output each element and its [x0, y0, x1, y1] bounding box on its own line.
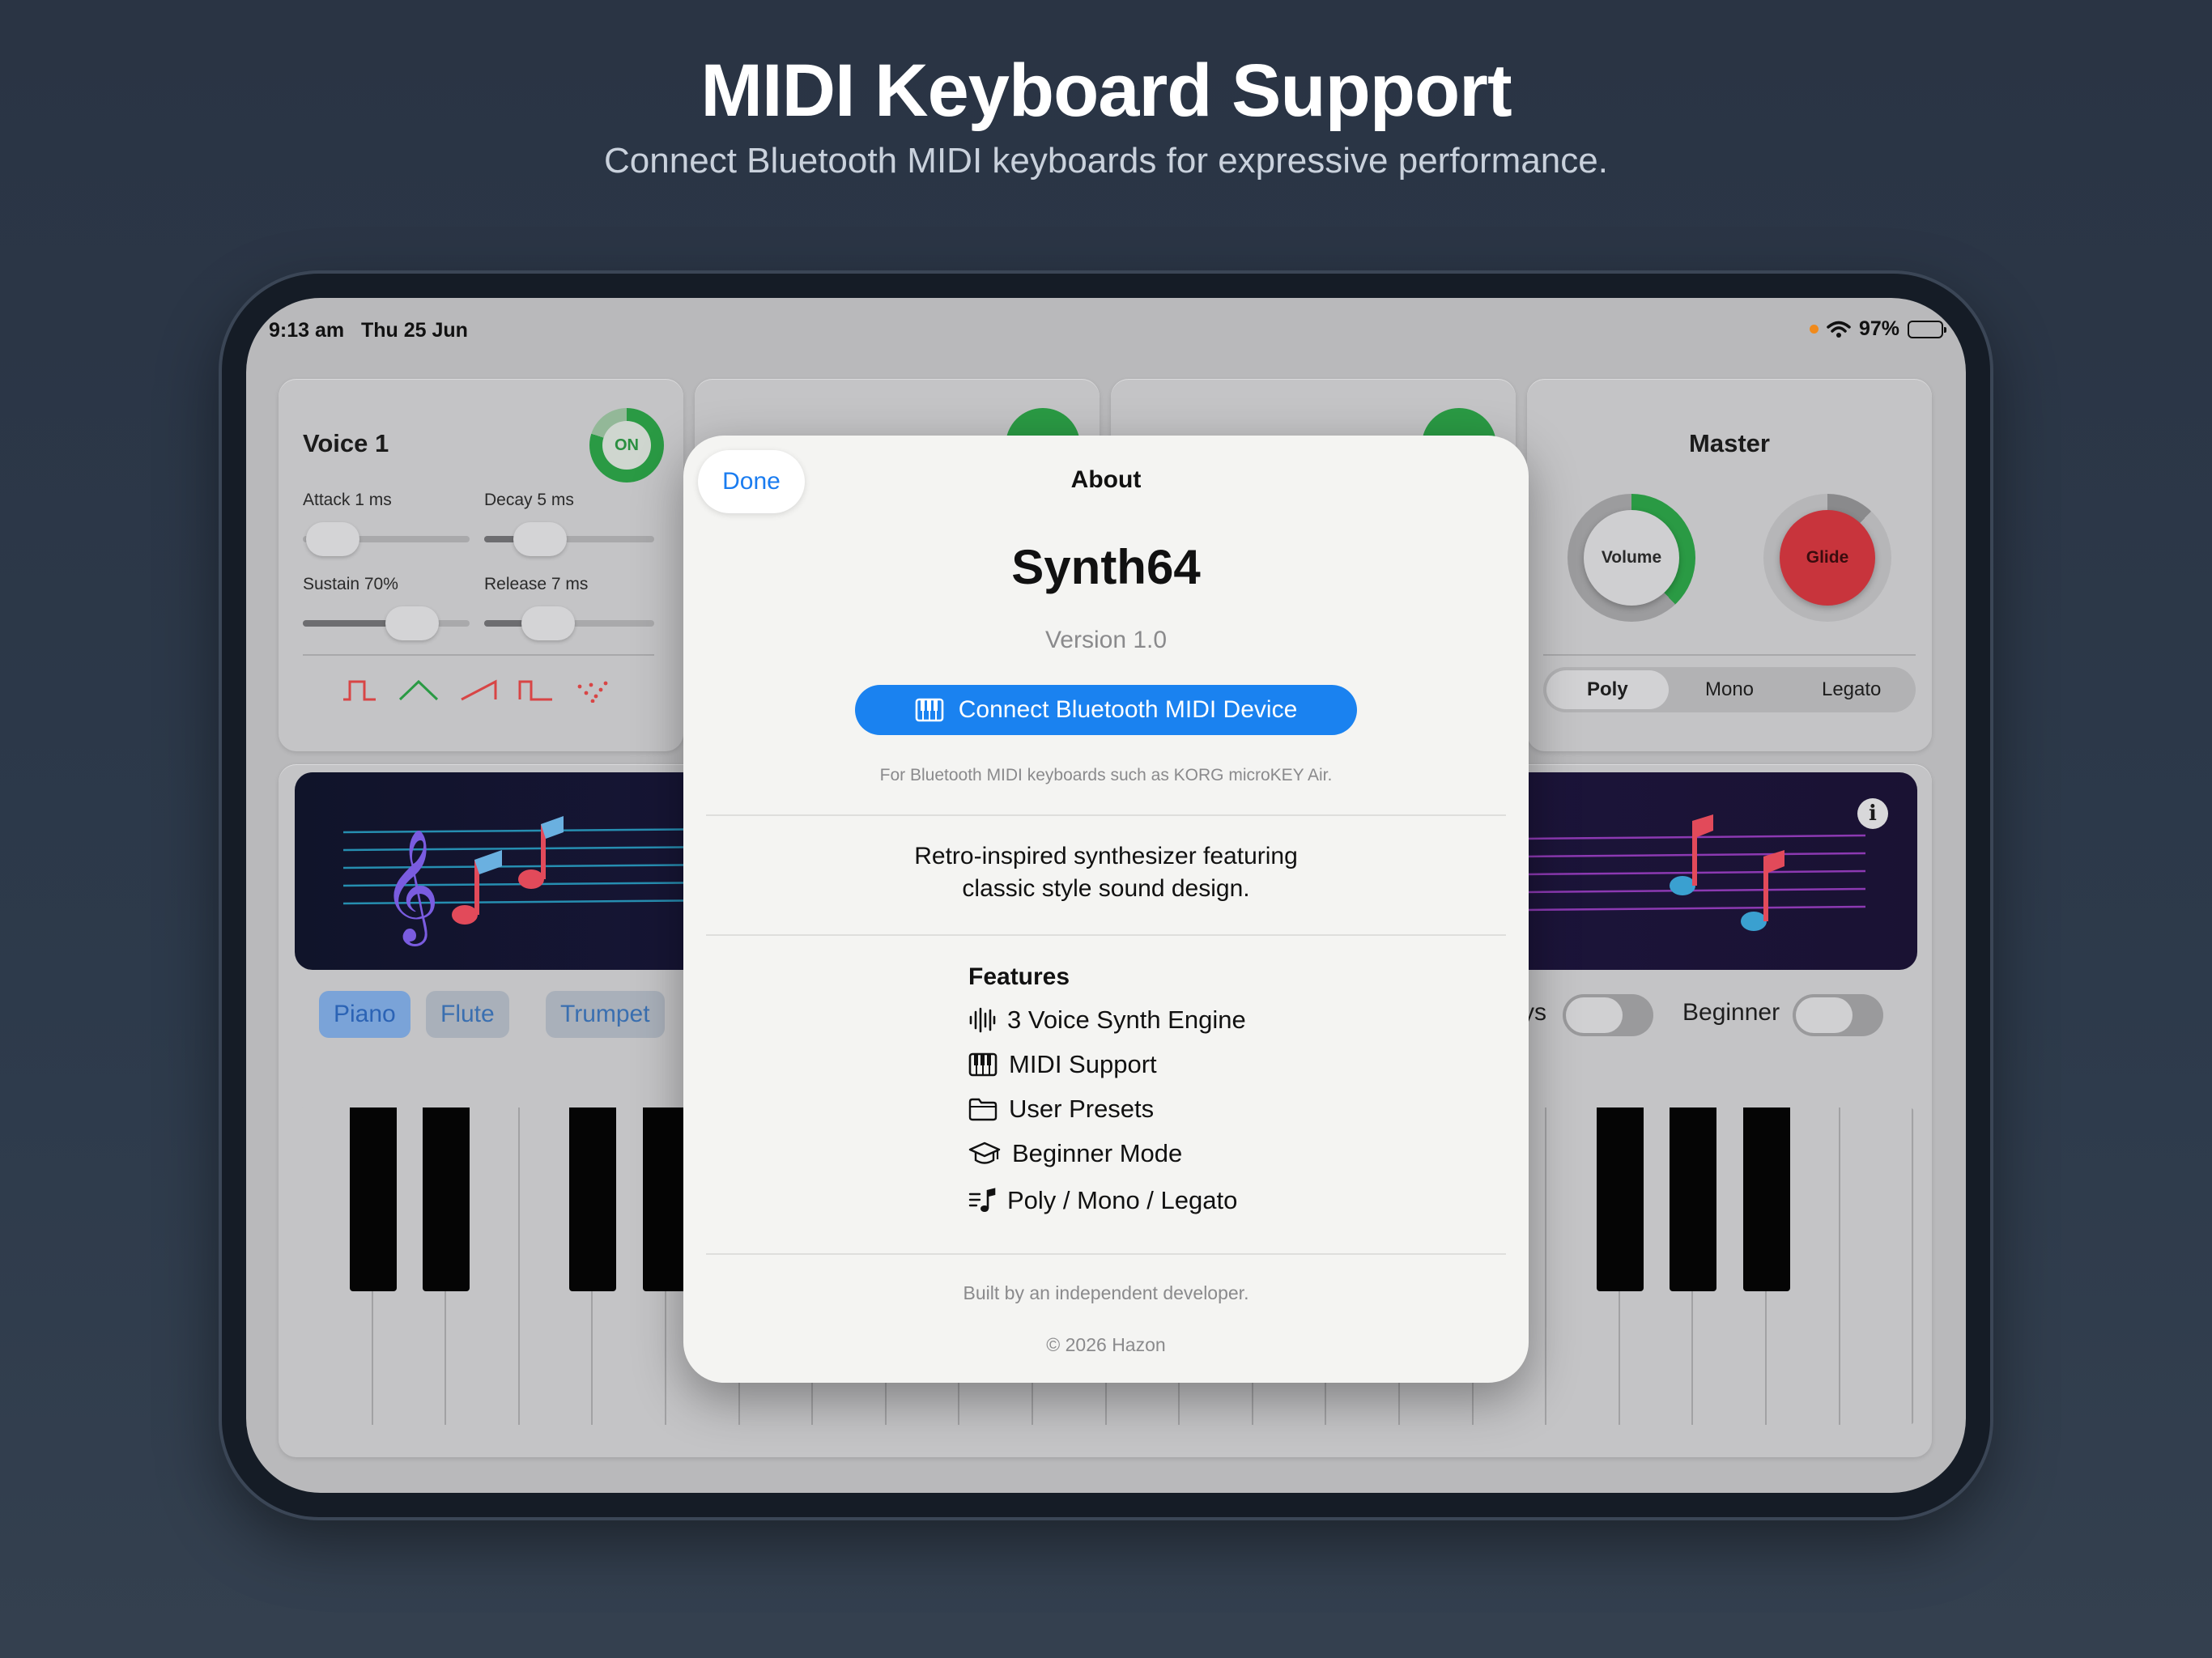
- release-slider-fill: [484, 620, 525, 627]
- piano-keys-icon: [915, 698, 944, 722]
- decay-label: Decay 5 ms: [484, 491, 574, 509]
- feature-label: 3 Voice Synth Engine: [1007, 1005, 1246, 1034]
- beginner-toggle[interactable]: [1793, 994, 1883, 1036]
- instrument-flute[interactable]: Flute: [426, 991, 509, 1038]
- developer-credit: Built by an independent developer.: [963, 1282, 1249, 1303]
- feature-label: Beginner Mode: [1012, 1139, 1183, 1167]
- marketing-headline: MIDI Keyboard Support: [700, 49, 1512, 132]
- feature-item: User Presets: [968, 1095, 1154, 1124]
- description-line-1: Retro-inspired synthesizer featuring: [914, 843, 1298, 869]
- instrument-trumpet[interactable]: Trumpet: [546, 991, 665, 1038]
- feature-item: Beginner Mode: [968, 1139, 1182, 1168]
- waveform-selector: [342, 678, 610, 703]
- feature-label: Poly / Mono / Legato: [1007, 1186, 1238, 1214]
- info-icon: i: [1869, 801, 1877, 826]
- voice-on-label: ON: [602, 421, 651, 470]
- status-date: Thu 25 Jun: [360, 319, 468, 342]
- feature-label: MIDI Support: [1009, 1050, 1157, 1078]
- ipad-device-frame: 9:13 am Thu 25 Jun 97% Voice 1 ON Attack…: [222, 274, 1990, 1517]
- release-label: Release 7 ms: [484, 575, 589, 593]
- noise-wave-icon[interactable]: [575, 678, 610, 703]
- sawtooth-wave-icon[interactable]: [460, 678, 497, 703]
- connect-midi-label: Connect Bluetooth MIDI Device: [958, 696, 1298, 723]
- copyright: © 2026 Hazon: [1046, 1334, 1166, 1355]
- graduation-cap-icon: [968, 1141, 1001, 1164]
- voice-mode-segmented-control: Poly Mono Legato: [1543, 667, 1916, 712]
- about-title: About: [1070, 466, 1142, 493]
- divider-3: [706, 1253, 1506, 1255]
- voice-on-toggle[interactable]: ON: [589, 408, 664, 483]
- wifi-icon: [1827, 321, 1851, 338]
- waveform-icon: [969, 1007, 996, 1033]
- marketing-subheadline: Connect Bluetooth MIDI keyboards for exp…: [604, 141, 1608, 181]
- attack-label: Attack 1 ms: [303, 491, 392, 509]
- feature-item: Poly / Mono / Legato: [968, 1186, 1237, 1215]
- decay-slider[interactable]: [513, 522, 567, 556]
- master-panel: Master Volume Glide Poly Mono Legato: [1527, 379, 1932, 751]
- mode-poly[interactable]: Poly: [1546, 670, 1669, 709]
- mode-legato[interactable]: Legato: [1790, 670, 1912, 709]
- release-slider[interactable]: [521, 606, 575, 640]
- beginner-toggle-label: Beginner: [1682, 999, 1780, 1026]
- status-bar-time: 9:13 am Thu 25 Jun: [269, 319, 468, 342]
- volume-knob-ring: Volume: [1568, 494, 1695, 622]
- white-key[interactable]: [1840, 1107, 1914, 1425]
- pulse-wave-icon[interactable]: [518, 678, 554, 703]
- about-sheet: Done About Synth64 Version 1.0 Connect B…: [683, 436, 1529, 1383]
- glide-knob-ring: Glide: [1763, 494, 1891, 622]
- privacy-dot: [1809, 325, 1819, 334]
- sustain-slider[interactable]: [385, 606, 439, 640]
- attack-slider[interactable]: [306, 522, 359, 556]
- description-line-2: classic style sound design.: [962, 875, 1250, 902]
- piano-keys-icon: [968, 1052, 998, 1077]
- glide-knob[interactable]: Glide: [1780, 510, 1875, 606]
- app-version: Version 1.0: [1044, 627, 1168, 653]
- instrument-piano[interactable]: Piano: [319, 991, 410, 1038]
- svg-text:𝄞: 𝄞: [382, 829, 440, 946]
- music-list-icon: [968, 1188, 996, 1212]
- connect-hint: For Bluetooth MIDI keyboards such as KOR…: [879, 766, 1333, 784]
- sustain-label: Sustain 70%: [303, 575, 398, 593]
- feature-item: 3 Voice Synth Engine: [968, 1005, 1246, 1035]
- black-key[interactable]: [1743, 1107, 1790, 1292]
- decay-slider-fill: [484, 536, 517, 542]
- staff-art-right: [1525, 814, 1866, 931]
- square-wave-icon[interactable]: [342, 678, 377, 703]
- status-bar-right: 97%: [1809, 317, 1946, 341]
- divider-2: [706, 934, 1506, 936]
- voice-panel: Voice 1 ON Attack 1 ms Decay 5 ms Sustai…: [279, 379, 683, 751]
- triangle-wave-icon[interactable]: [398, 678, 439, 703]
- feature-label: User Presets: [1009, 1095, 1155, 1123]
- feature-item: MIDI Support: [968, 1050, 1157, 1079]
- info-button[interactable]: i: [1857, 798, 1888, 829]
- divider-1: [706, 814, 1506, 816]
- status-time: 9:13 am: [269, 319, 345, 342]
- app-description: Retro-inspired synthesizer featuring cla…: [683, 840, 1529, 905]
- folder-icon: [968, 1098, 998, 1121]
- master-title: Master: [1689, 429, 1770, 457]
- volume-knob[interactable]: Volume: [1584, 510, 1679, 606]
- app-name: Synth64: [1011, 540, 1201, 594]
- connect-midi-button[interactable]: Connect Bluetooth MIDI Device: [855, 685, 1357, 735]
- black-key[interactable]: [423, 1107, 470, 1292]
- keys-toggle[interactable]: [1563, 994, 1653, 1036]
- mode-mono[interactable]: Mono: [1669, 670, 1791, 709]
- voice-title: Voice 1: [303, 429, 389, 457]
- features-title: Features: [968, 963, 1070, 990]
- black-key[interactable]: [1596, 1107, 1644, 1292]
- voice-divider: [303, 654, 654, 656]
- battery-percent: 97%: [1858, 317, 1899, 340]
- battery-icon: [1908, 320, 1946, 338]
- ipad-screen: 9:13 am Thu 25 Jun 97% Voice 1 ON Attack…: [246, 298, 1966, 1493]
- black-key[interactable]: [1670, 1107, 1717, 1292]
- black-key[interactable]: [569, 1107, 617, 1292]
- master-divider: [1543, 654, 1916, 656]
- black-key[interactable]: [349, 1107, 397, 1292]
